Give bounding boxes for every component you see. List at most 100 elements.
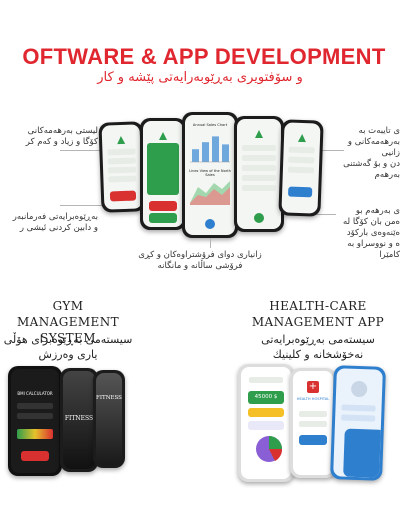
blue-panel [343, 428, 383, 478]
app-name: HEALTH HOSPITAL [296, 397, 330, 401]
note-line: ە و نووسراو بە [347, 239, 400, 249]
amount-card: 45000 $ [248, 391, 284, 404]
action-button[interactable] [109, 190, 137, 202]
header-bar [249, 377, 283, 383]
note-mid-right: ی بەرهەم بو ەمن بان کۆگا لە ەێنەوەی بارک… [336, 206, 400, 261]
list-item [287, 166, 315, 174]
login-button[interactable] [299, 435, 327, 445]
phone-health-dashboard: 45000 $ [238, 364, 294, 482]
product-card [147, 143, 179, 195]
bar-chart [190, 136, 230, 163]
note-top-right: ی تایبەت بە بەرهەمەکانی و زانیی دن و بۆ … [342, 126, 400, 181]
list-item [242, 145, 276, 151]
note-bottom-center: زانیاری دوای فرۆشتراوەکان و کڕی فرۆشی سا… [120, 250, 280, 272]
phone-inventory [98, 121, 146, 213]
note-mid-left: بەڕێوەبرایەتی فەرمانبەر و دابین کردنی ئی… [0, 212, 98, 234]
phone-screen: 45000 $ [241, 367, 291, 479]
connector-line [210, 238, 211, 248]
health-subtitle: سیستەمی بەڕێوەبرایەتی نەخۆشخانە و کلینیك [250, 332, 386, 362]
gym-title-line: GYM MANAGEMENT [16, 299, 119, 329]
list-item [242, 175, 276, 181]
add-button[interactable] [254, 213, 264, 223]
phone-screen: Annual Sales Chart Lines View of the Nor… [185, 115, 235, 235]
phone-details [234, 116, 284, 232]
list-item [242, 155, 276, 161]
phone-health-profile [330, 365, 386, 481]
health-title-line: HEALTH-CARE [269, 299, 367, 313]
list-item [288, 146, 315, 154]
save-button[interactable] [149, 213, 177, 223]
delete-button[interactable] [149, 201, 177, 211]
chart-bar [222, 144, 229, 162]
note-line: بەڕێوەبرایەتی فەرمانبەر [12, 212, 98, 222]
username-field[interactable] [299, 411, 327, 417]
fitness-label: FITNESS [96, 395, 122, 401]
phone-screen: FITNESS [63, 371, 95, 469]
phone-fitness-2: FITNESS [93, 370, 125, 468]
bmi-label: BMI CALCULATOR [17, 391, 53, 396]
list-item [242, 185, 276, 191]
calculate-button[interactable] [21, 451, 49, 461]
medical-cross-icon: + [307, 381, 319, 393]
note-line: ی بەرهەم بو [355, 206, 400, 216]
info-row [341, 404, 376, 412]
note-line: کامێرا [379, 250, 400, 260]
phone-barcode [278, 119, 324, 217]
note-line: ەمن بان کۆگا لە [342, 217, 400, 227]
stat-card [248, 408, 284, 417]
input-field[interactable] [17, 403, 53, 409]
gym-subtitle: سیستەمی بەڕێوەبرای هۆڵی یاری وەرزش [0, 332, 136, 362]
note-top-left: لیستی بەرهەمەکانی کۆگا و زیاد و کەم کر [0, 126, 98, 148]
chart-bar [212, 136, 219, 162]
page-title: OFTWARE & APP DEVELOPMENT [22, 44, 386, 69]
logo-icon [157, 127, 169, 140]
health-title-line: MANAGEMENT APP [251, 315, 385, 329]
avatar [350, 380, 368, 398]
list-item [242, 165, 276, 171]
phone-health-login: + HEALTH HOSPITAL [290, 368, 336, 478]
info-row [341, 414, 376, 422]
note-line: و دابین کردنی ئیشی ر [19, 223, 98, 233]
logo-icon [115, 131, 127, 145]
note-line: کۆگا و زیاد و کەم کر [25, 137, 98, 147]
list-item [108, 175, 137, 183]
chart-bar [202, 142, 209, 162]
health-title: HEALTH-CARE MANAGEMENT APP [250, 298, 386, 330]
password-field[interactable] [299, 421, 327, 427]
page-subtitle: و سۆفتویری بەڕێوبەرایەتی پێشە و کار [97, 70, 303, 85]
note-line: دن و بۆ گەشتنی [343, 159, 400, 169]
note-line: ی تایبەت بە [358, 126, 400, 136]
chart-bar [192, 149, 199, 162]
phone-screen [101, 124, 143, 210]
gym-subtitle-line: سیستەمی بەڕێوەبرای هۆڵی [3, 333, 133, 346]
phone-screen [333, 368, 383, 478]
phone-screen [281, 122, 321, 214]
phone-screen: FITNESS [96, 373, 122, 465]
note-line: ەێنەوەی بارکۆد [346, 228, 400, 238]
bmi-scale [17, 429, 53, 439]
home-button[interactable] [205, 219, 215, 229]
note-line: زانیاری دوای فرۆشتراوەکان و کڕی [138, 250, 262, 260]
phone-screen: BMI CALCULATOR [11, 369, 59, 473]
scan-button[interactable] [287, 186, 313, 198]
phone-sales-chart: Annual Sales Chart Lines View of the Nor… [182, 112, 238, 238]
note-line: فرۆشی ساڵانە و مانگانە [157, 261, 243, 271]
list-item [288, 156, 315, 164]
pie-chart [256, 436, 283, 462]
list-item [107, 157, 136, 165]
chart-title: Annual Sales Chart [192, 123, 228, 127]
input-field[interactable] [17, 413, 53, 419]
list-item [107, 148, 136, 156]
stat-card [248, 421, 284, 430]
logo-icon [296, 129, 308, 143]
list-item [108, 166, 137, 174]
note-line: لیستی بەرهەمەکانی [27, 126, 98, 136]
phone-products [140, 118, 186, 230]
health-subtitle-line: نەخۆشخانە و کلینیك [272, 348, 364, 361]
health-subtitle-line: سیستەمی بەڕێوەبرایەتی [261, 333, 375, 346]
phone-screen: + HEALTH HOSPITAL [293, 371, 333, 475]
phone-screen [237, 119, 281, 229]
note-line: بەرهەمەکانی و زانیی [347, 137, 400, 158]
note-line: بەرهەم [374, 170, 400, 180]
gym-subtitle-line: یاری وەرزش [38, 348, 98, 361]
